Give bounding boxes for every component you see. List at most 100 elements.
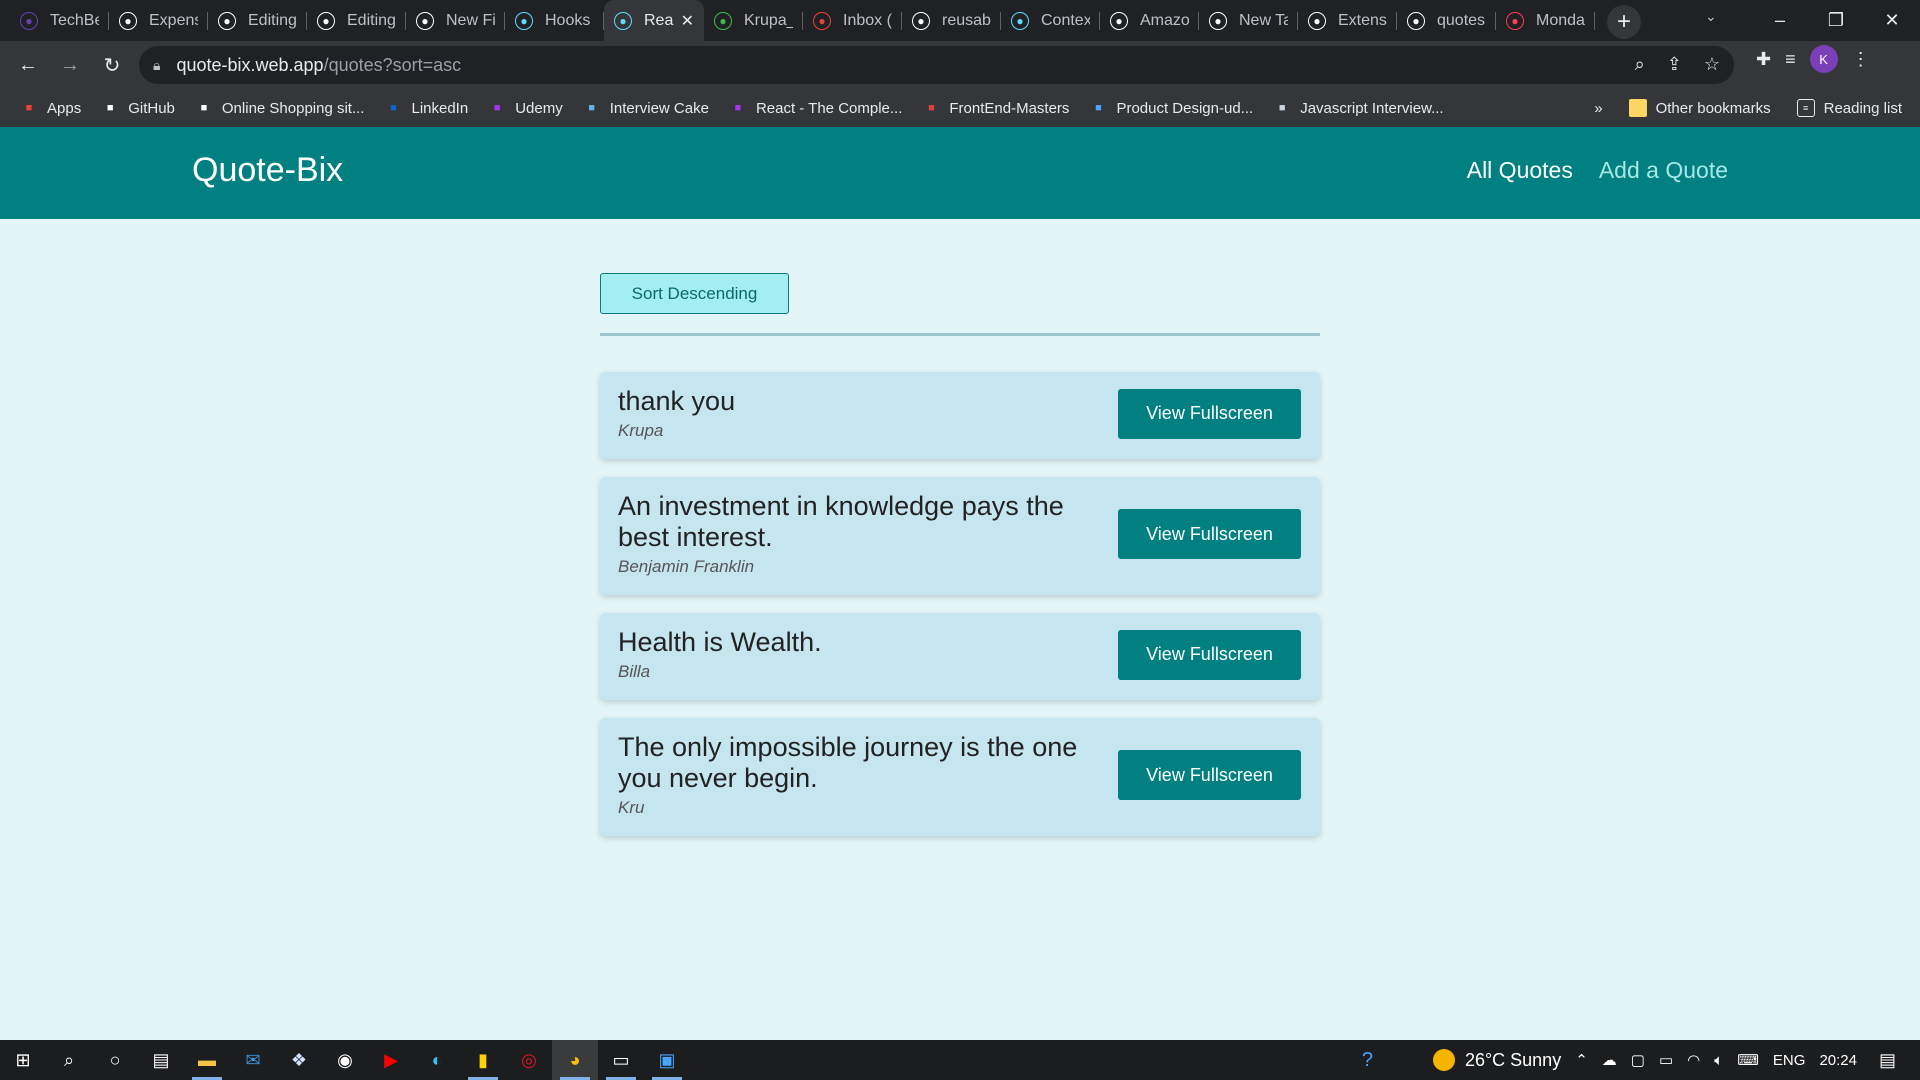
quote-author: Benjamin Franklin bbox=[618, 557, 755, 576]
reading-list[interactable]: ≡ Reading list bbox=[1796, 99, 1902, 117]
help-icon[interactable]: ? bbox=[1362, 1049, 1373, 1072]
browser-tab[interactable]: ● TechBe bbox=[10, 0, 109, 41]
github-desktop-icon[interactable]: ◉ bbox=[322, 1040, 368, 1080]
nav-all-quotes[interactable]: All Quotes bbox=[1467, 157, 1573, 184]
browser-tab[interactable]: ● Amazo bbox=[1100, 0, 1199, 41]
task-view-icon[interactable]: ▤ bbox=[138, 1040, 184, 1080]
github-icon: ● bbox=[119, 11, 137, 30]
bookmark-star-icon[interactable]: ☆ bbox=[1704, 54, 1720, 75]
view-fullscreen-button[interactable]: View Fullscreen bbox=[1118, 509, 1301, 559]
bookmark-item[interactable]: ■ React - The Comple... bbox=[729, 99, 903, 117]
tab-title: Inbox ( bbox=[843, 11, 892, 29]
volume-icon[interactable]: 🔈︎ bbox=[1714, 1052, 1723, 1069]
browser-tab[interactable]: ● Inbox ( bbox=[803, 0, 902, 41]
bookmark-item[interactable]: ■ Product Design-ud... bbox=[1089, 99, 1253, 117]
profile-avatar[interactable]: K bbox=[1809, 45, 1838, 73]
quotes-page: Sort Descending thank you Krupa View Fulls… bbox=[600, 273, 1320, 854]
terminal-icon[interactable]: ▭ bbox=[598, 1040, 644, 1080]
browser-tab[interactable]: ● Expens bbox=[109, 0, 208, 41]
view-fullscreen-button[interactable]: View Fullscreen bbox=[1118, 629, 1301, 680]
browser-tab[interactable]: ● New Fil bbox=[406, 0, 505, 41]
github-icon: ■ bbox=[106, 102, 114, 114]
youtube-icon[interactable]: ▶ bbox=[368, 1040, 414, 1080]
google-icon: ● bbox=[1407, 11, 1425, 30]
chevron-up-icon[interactable]: ⌃ bbox=[1575, 1051, 1588, 1069]
bookmark-item[interactable]: ■ Udemy bbox=[488, 99, 563, 117]
browser-tab[interactable]: ● Contex bbox=[1001, 0, 1100, 41]
mail-icon[interactable]: ✉ bbox=[230, 1040, 276, 1080]
edge-icon[interactable]: ◐ bbox=[414, 1040, 460, 1080]
bookmark-item[interactable]: ■ FrontEnd-Masters bbox=[922, 99, 1069, 117]
divider bbox=[600, 333, 1320, 336]
weather-text[interactable]: 26°C Sunny bbox=[1465, 1050, 1561, 1071]
bookmark-item[interactable]: ■ GitHub bbox=[101, 99, 175, 117]
keyboard-icon[interactable]: ⌨ bbox=[1737, 1051, 1759, 1069]
address-bar[interactable]: 🔒︎ quote-bix.web.app /quotes?sort=asc ⌕ … bbox=[139, 46, 1734, 84]
chrome-icon[interactable]: ◕ bbox=[552, 1040, 598, 1080]
browser-tab[interactable]: ● reusabl bbox=[902, 0, 1001, 41]
app-logo[interactable]: Quote-Bix bbox=[192, 151, 343, 190]
bookmark-item[interactable]: ■ Online Shopping sit... bbox=[195, 99, 365, 117]
udemy-icon: ■ bbox=[493, 102, 501, 114]
browser-tab[interactable]: ● Extensi bbox=[1298, 0, 1397, 41]
onedrive-icon[interactable]: ☁ bbox=[1602, 1051, 1617, 1069]
bookmark-label: Interview Cake bbox=[609, 99, 709, 117]
lock-icon[interactable]: 🔒︎ bbox=[153, 57, 160, 74]
browser-tab[interactable]: ● Editing bbox=[307, 0, 406, 41]
minimize-icon[interactable]: – bbox=[1752, 10, 1808, 31]
restore-icon[interactable]: ❐ bbox=[1808, 10, 1864, 31]
bookmark-item[interactable]: ■ LinkedIn bbox=[384, 99, 468, 117]
quote-author: Billa bbox=[618, 662, 651, 681]
wifi-icon[interactable]: ◠ bbox=[1687, 1051, 1700, 1069]
bookmarks-overflow-icon[interactable]: » bbox=[1594, 100, 1602, 117]
other-bookmarks[interactable]: Other bookmarks bbox=[1628, 99, 1771, 117]
tab-title: Contex bbox=[1041, 11, 1090, 29]
tab-search-icon[interactable]: ⌄ bbox=[1705, 8, 1717, 25]
close-tab-icon[interactable]: ✕ bbox=[681, 11, 694, 31]
browser-tab[interactable]: ● New Ta bbox=[1199, 0, 1298, 41]
bookmark-item[interactable]: ■ Interview Cake bbox=[583, 99, 709, 117]
bookmarks-bar: ■ Apps ■ GitHub ■ Online Shopping sit... ■ Link… bbox=[0, 89, 1920, 127]
clock[interactable]: 20:24 bbox=[1819, 1052, 1857, 1069]
browser-tab[interactable]: ● Krupa_ bbox=[704, 0, 803, 41]
main-nav: All Quotes Add a Quote bbox=[1467, 157, 1728, 184]
sort-button[interactable]: Sort Descending bbox=[600, 273, 789, 314]
browser-tab[interactable]: ● Rea ✕ bbox=[604, 0, 704, 41]
media-player-icon[interactable]: ◎ bbox=[506, 1040, 552, 1080]
zoom-icon[interactable]: ⌕ bbox=[1635, 54, 1645, 75]
reading-queue-icon[interactable]: ≡ bbox=[1785, 49, 1796, 70]
dropbox-icon[interactable]: ❖ bbox=[276, 1040, 322, 1080]
interview-cake-icon: ■ bbox=[588, 102, 596, 114]
file-explorer-icon[interactable]: ▬ bbox=[184, 1040, 230, 1080]
language-indicator[interactable]: ENG bbox=[1773, 1052, 1806, 1069]
browser-tab[interactable]: ● Hooks bbox=[505, 0, 604, 41]
reload-icon[interactable]: ↻ bbox=[92, 45, 132, 85]
photos-icon[interactable]: ▣ bbox=[644, 1040, 690, 1080]
browser-tab[interactable]: ● quotes bbox=[1397, 0, 1496, 41]
browser-tab[interactable]: ● Editing bbox=[208, 0, 307, 41]
view-fullscreen-button[interactable]: View Fullscreen bbox=[1118, 388, 1301, 439]
notifications-icon[interactable]: ▤ bbox=[1879, 1050, 1896, 1071]
extensions-puzzle-icon[interactable]: ✚ bbox=[1756, 49, 1771, 70]
bookmark-item[interactable]: ■ Javascript Interview... bbox=[1273, 99, 1444, 117]
view-fullscreen-button[interactable]: View Fullscreen bbox=[1118, 750, 1301, 800]
cortana-icon[interactable]: ○ bbox=[92, 1040, 138, 1080]
sticky-notes-icon[interactable]: ▮ bbox=[460, 1040, 506, 1080]
forward-icon[interactable]: → bbox=[50, 45, 90, 85]
windows-start-icon[interactable]: ⊞ bbox=[0, 1040, 46, 1080]
browser-tab[interactable]: ● Monda bbox=[1496, 0, 1595, 41]
battery-icon[interactable]: ▭ bbox=[1659, 1051, 1673, 1069]
tab-title: Editing bbox=[347, 11, 396, 29]
quote-card: Health is Wealth. Billa View Fullscreen bbox=[600, 613, 1320, 700]
kebab-menu-icon[interactable]: ⋮ bbox=[1852, 49, 1870, 70]
search-icon[interactable]: ⌕ bbox=[46, 1040, 92, 1080]
nav-add-quote[interactable]: Add a Quote bbox=[1599, 157, 1728, 184]
new-tab-icon[interactable]: + bbox=[1607, 5, 1641, 39]
share-icon[interactable]: ⇪ bbox=[1667, 54, 1682, 75]
quote-text: An investment in knowledge pays the best… bbox=[618, 491, 1064, 552]
bookmark-item[interactable]: ■ Apps bbox=[20, 99, 82, 117]
close-window-icon[interactable]: ✕ bbox=[1864, 10, 1920, 31]
tab-title: Krupa_ bbox=[744, 11, 793, 29]
display-icon[interactable]: ▢ bbox=[1631, 1051, 1645, 1069]
back-icon[interactable]: ← bbox=[8, 45, 48, 85]
